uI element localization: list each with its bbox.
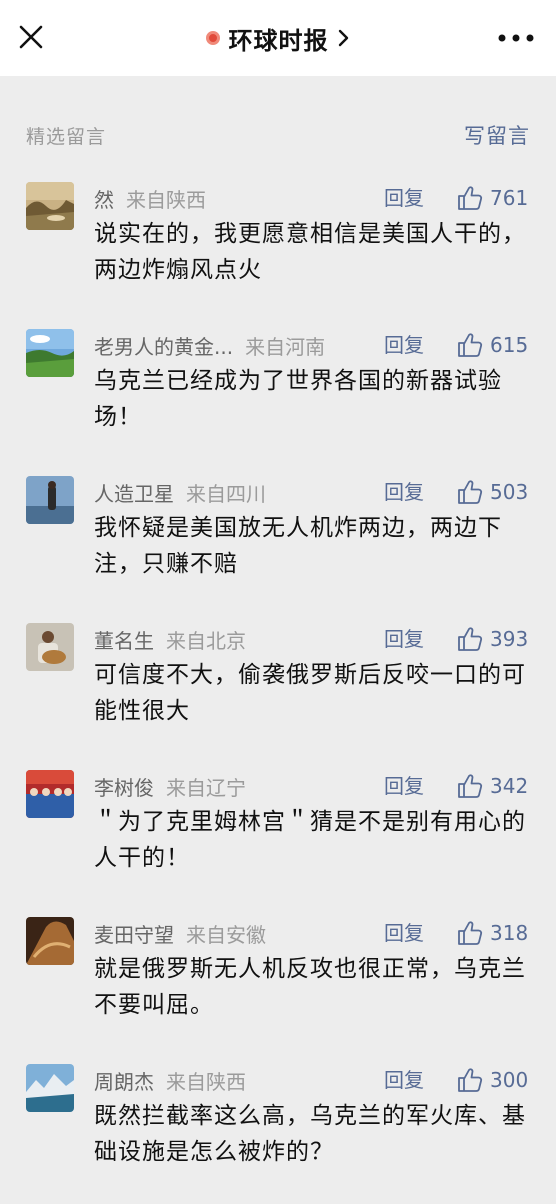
thumbs-up-icon[interactable] [456,625,484,653]
comment-item: 董名生 来自北京 回复 393 可信度不大，偷袭俄罗斯后反咬一口的可能性很大 [0,623,556,763]
avatar[interactable] [26,917,74,965]
comment-nickname: 周朗杰 [94,1069,154,1094]
like-count: 503 [490,480,529,504]
comment-nickname: 老男人的黄金... [94,334,234,359]
comment-text: 既然拦截率这么高，乌克兰的军火库、基础设施是怎么被炸的？ [94,1103,526,1165]
write-comment-button[interactable]: 写留言 [464,120,530,150]
like-count: 300 [490,1068,529,1092]
like-count: 318 [490,921,529,945]
like-count: 615 [490,333,529,357]
thumbs-up-icon[interactable] [456,478,484,506]
comment-nickname: 人造卫星 [94,481,174,506]
comment-text: 可信度不大，偷袭俄罗斯后反咬一口的可能性很大 [94,662,526,724]
avatar[interactable] [26,1064,74,1112]
comment-text: 我怀疑是美国放无人机炸两边，两边下注，只赚不赔 [94,515,502,577]
top-bar: 环球时报 [0,0,556,76]
comment-item: 老男人的黄金... 来自河南 回复 615 乌克兰已经成为了世界各国的新器试验场… [0,329,556,469]
thumbs-up-icon[interactable] [456,331,484,359]
comment-item: 周朗杰 来自陕西 回复 300 既然拦截率这么高，乌克兰的军火库、基础设施是怎么… [0,1064,556,1204]
thumbs-up-icon[interactable] [456,1066,484,1094]
comment-nickname: 麦田守望 [94,922,174,947]
comment-item: 然 来自陕西 回复 761 说实在的，我更愿意相信是美国人干的，两边炸煽风点火 [0,182,556,322]
avatar[interactable] [26,770,74,818]
comment-nickname: 董名生 [94,628,154,653]
comment-location: 来自河南 [245,334,326,359]
chevron-right-icon [338,29,348,47]
comment-location: 来自安徽 [186,922,266,947]
reply-button[interactable]: 回复 [384,182,424,214]
comment-nickname: 李树俊 [94,775,154,800]
thumbs-up-icon[interactable] [456,772,484,800]
comment-text: 说实在的，我更愿意相信是美国人干的，两边炸煽风点火 [94,221,526,283]
comment-item: 人造卫星 来自四川 回复 503 我怀疑是美国放无人机炸两边，两边下注，只赚不赔 [0,476,556,616]
comment-location: 来自北京 [166,628,246,653]
comment-text: 乌克兰已经成为了世界各国的新器试验场！ [94,368,502,430]
avatar[interactable] [26,476,74,524]
comment-location: 来自辽宁 [166,775,246,800]
comment-nickname: 然 [94,187,114,212]
avatar[interactable] [26,329,74,377]
reply-button[interactable]: 回复 [384,329,424,361]
more-icon[interactable] [496,26,536,50]
account-dot-icon [205,31,220,45]
avatar[interactable] [26,623,74,671]
comment-location: 来自陕西 [126,187,206,212]
comment-location: 来自陕西 [166,1069,246,1094]
section-label: 精选留言 [26,126,107,148]
like-count: 393 [490,627,529,651]
comment-text: ＂为了克里姆林宫＂猜是不是别有用心的人干的！ [94,809,526,871]
comment-text: 就是俄罗斯无人机反攻也很正常，乌克兰不要叫屈。 [94,956,526,1018]
like-count: 342 [490,774,529,798]
reply-button[interactable]: 回复 [384,1064,424,1096]
reply-button[interactable]: 回复 [384,476,424,508]
thumbs-up-icon[interactable] [456,919,484,947]
featured-comments-header: 精选留言 写留言 [0,118,556,152]
account-title-link[interactable]: 环球时报 [0,0,556,76]
reply-button[interactable]: 回复 [384,770,424,802]
avatar[interactable] [26,182,74,230]
like-count: 761 [490,186,529,210]
reply-button[interactable]: 回复 [384,623,424,655]
thumbs-up-icon[interactable] [456,184,484,212]
comment-item: 李树俊 来自辽宁 回复 342 ＂为了克里姆林宫＂猜是不是别有用心的人干的！ [0,770,556,910]
page-title: 环球时报 [228,26,329,55]
reply-button[interactable]: 回复 [384,917,424,949]
comment-location: 来自四川 [186,481,266,506]
comment-item: 麦田守望 来自安徽 回复 318 就是俄罗斯无人机反攻也很正常，乌克兰不要叫屈。 [0,917,556,1057]
